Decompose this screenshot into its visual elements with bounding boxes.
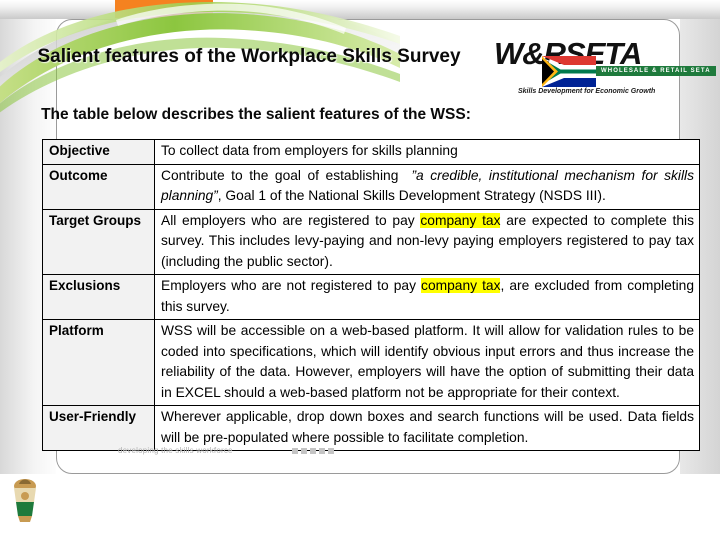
row-value-user-friendly: Wherever applicable, drop down boxes and… [154,405,700,451]
page-subtitle: The table below describes the salient fe… [41,106,471,123]
row-value-target-groups: All employers who are registered to pay … [154,208,700,275]
south-africa-coat-of-arms-icon [14,479,36,522]
table-row: Exclusions Employers who are not registe… [42,274,700,320]
table-row: Outcome Contribute to the goal of establ… [42,163,700,210]
row-value-outcome: Contribute to the goal of establishing ”… [154,163,700,210]
outcome-text-plain-1: Contribute to the goal of establishing [161,167,399,183]
row-label-target-groups: Target Groups [42,208,155,275]
exclusions-text-highlight: company tax [421,278,501,293]
row-label-platform: Platform [42,319,155,406]
exclusions-text-plain-1: Employers who are not registered to pay [161,278,422,293]
row-label-user-friendly: User-Friendly [42,405,155,451]
table-row: Target Groups All employers who are regi… [42,208,700,275]
header-band [0,0,720,19]
logo-banner-text: WHOLESALE & RETAIL SETA [596,66,716,76]
footer-dot [292,448,298,454]
target-text-plain-1: All employers who are registered to pay [161,212,421,228]
target-text-highlight: company tax [420,212,501,228]
wrseta-logo: W&RSETA WHOLESALE & RETAIL SETA Skills D… [494,38,716,100]
page-title: Salient features of the Workplace Skills… [37,46,461,67]
footer-dot [319,448,325,454]
outcome-text-plain-2: , Goal 1 of the National Skills Developm… [217,188,606,203]
logo-tagline: Skills Development for Economic Growth [518,88,656,95]
row-label-objective: Objective [42,139,155,165]
orange-accent-bar [115,0,213,18]
row-value-objective: To collect data from employers for skill… [154,139,700,165]
row-label-outcome: Outcome [42,163,155,210]
row-value-platform: WSS will be accessible on a web-based pl… [154,319,700,406]
footer-dots-decoration [292,448,334,454]
table-row: Platform WSS will be accessible on a web… [42,319,700,406]
footer-dot [301,448,307,454]
table-row: User-Friendly Wherever applicable, drop … [42,405,700,451]
south-africa-flag-icon [542,56,596,87]
footer-dot [310,448,316,454]
row-value-exclusions: Employers who are not registered to pay … [154,274,700,320]
table-row: Objective To collect data from employers… [42,139,700,165]
footer-dot [328,448,334,454]
footer-tagline: developing the skills workforce [118,446,233,455]
slide-canvas: Salient features of the Workplace Skills… [0,0,720,540]
row-label-exclusions: Exclusions [42,274,155,320]
salient-features-table: Objective To collect data from employers… [42,139,700,451]
